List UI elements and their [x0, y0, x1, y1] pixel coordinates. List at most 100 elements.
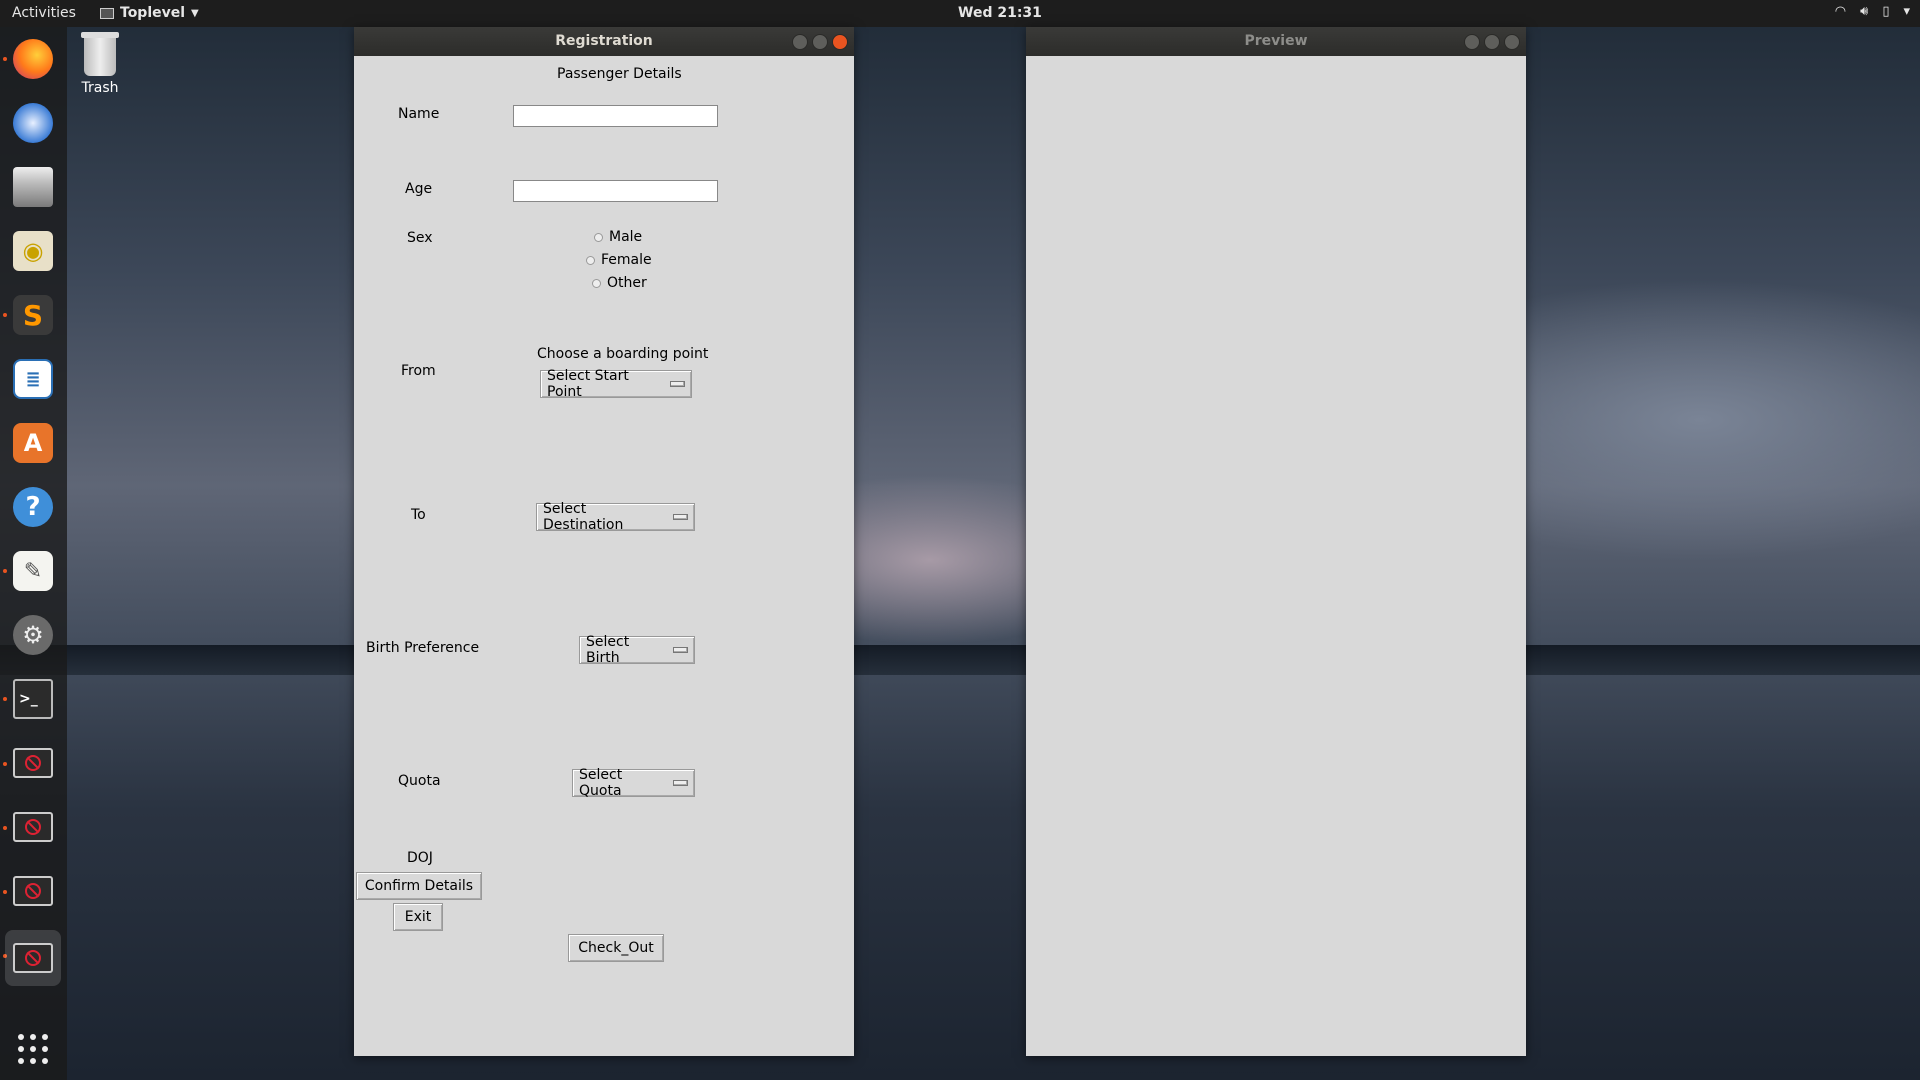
dock-item-settings[interactable]: ⚙ [10, 612, 56, 658]
dock-item-toplevel-1[interactable] [10, 740, 56, 786]
quota-value: Select Quota [579, 767, 623, 799]
battery-icon: ▯ [1882, 4, 1890, 19]
exit-button[interactable]: Exit [393, 903, 443, 931]
to-label: To [411, 507, 426, 523]
running-indicator [3, 890, 7, 894]
dock-item-writer[interactable]: ≣ [10, 356, 56, 402]
dock-item-text-editor[interactable]: ✎ [10, 548, 56, 594]
age-input[interactable] [513, 180, 718, 202]
running-indicator [3, 826, 7, 830]
berth-value: Select Birth [586, 634, 630, 666]
preview-titlebar[interactable]: Preview [1026, 27, 1526, 56]
option-menu-indicator-icon [672, 647, 688, 653]
dock-item-rhythmbox[interactable]: ◉ [10, 228, 56, 274]
running-indicator [3, 313, 7, 317]
help-icon: ? [13, 487, 53, 527]
checkout-button[interactable]: Check_Out [568, 934, 664, 962]
system-tray[interactable]: ◠ 🔊︎ ▯ ▾ [1835, 4, 1910, 19]
settings-icon: ⚙ [13, 615, 53, 655]
dock-item-sublime[interactable]: S [10, 292, 56, 338]
radio-label: Male [609, 229, 643, 245]
system-menu-caret-icon: ▾ [1903, 4, 1910, 19]
sex-radio-female[interactable]: Female [586, 252, 652, 268]
trash-label: Trash [81, 80, 119, 96]
radio-icon [594, 232, 603, 242]
running-indicator [3, 569, 7, 573]
running-indicator [3, 762, 7, 766]
trash-icon [81, 32, 119, 76]
radio-label: Other [607, 275, 647, 291]
registration-titlebar[interactable]: Registration [354, 27, 854, 56]
sex-radio-other[interactable]: Other [592, 275, 647, 291]
dock-item-terminal[interactable]: >_ [10, 676, 56, 722]
thunderbird-icon [13, 103, 53, 143]
form-heading: Passenger Details [557, 66, 682, 82]
dock-item-software[interactable]: A [10, 420, 56, 466]
radio-label: Female [601, 252, 652, 268]
confirm-details-button[interactable]: Confirm Details [356, 872, 482, 900]
running-indicator [3, 57, 7, 61]
sex-radio-male[interactable]: Male [594, 229, 642, 245]
app-menu-label: Toplevel [120, 5, 186, 21]
doj-label: DOJ [407, 850, 433, 866]
dock-item-toplevel-3[interactable] [10, 868, 56, 914]
blocked-window-icon [13, 748, 53, 778]
name-input[interactable] [513, 105, 718, 127]
start-point-value: Select Start Point [547, 368, 629, 400]
from-label: From [401, 363, 436, 379]
destination-dropdown[interactable]: Select Destination [536, 501, 695, 533]
dock-item-toplevel-4[interactable] [5, 930, 61, 986]
dock-item-help[interactable]: ? [10, 484, 56, 530]
option-menu-indicator-icon [669, 381, 685, 387]
software-center-icon: A [13, 423, 53, 463]
dock-item-files[interactable] [10, 164, 56, 210]
minimize-button[interactable] [792, 34, 808, 50]
dock: ◉ S ≣ A ? ✎ ⚙ >_ [0, 27, 67, 1080]
activities-button[interactable]: Activities [12, 5, 76, 21]
radio-icon [586, 255, 595, 265]
close-button[interactable] [832, 34, 848, 50]
blocked-window-icon [13, 876, 53, 906]
destination-value: Select Destination [543, 501, 624, 533]
boarding-prompt: Choose a boarding point [537, 346, 709, 362]
wallpaper-horizon [0, 645, 1920, 675]
libreoffice-writer-icon: ≣ [13, 359, 53, 399]
berth-label: Birth Preference [366, 640, 480, 656]
sex-label: Sex [407, 230, 433, 246]
name-label: Name [398, 106, 440, 122]
berth-dropdown[interactable]: Select Birth [579, 634, 695, 666]
blocked-window-icon [13, 812, 53, 842]
maximize-button[interactable] [812, 34, 828, 50]
age-label: Age [405, 181, 433, 197]
volume-icon: 🔊︎ [1860, 4, 1869, 19]
window-title: Registration [555, 33, 653, 49]
desktop-trash[interactable]: Trash [78, 32, 122, 96]
wifi-icon: ◠ [1834, 4, 1847, 19]
option-menu-indicator-icon [672, 514, 688, 520]
quota-label: Quota [398, 773, 441, 789]
running-indicator [3, 697, 7, 701]
desktop-wallpaper [0, 0, 1920, 1080]
registration-form: Passenger Details Name Age Sex Male Fema… [354, 56, 854, 1056]
caret-down-icon: ▼ [191, 7, 199, 19]
show-applications-button[interactable] [10, 1026, 56, 1072]
registration-window: Registration Passenger Details Name Age … [354, 27, 854, 1056]
blocked-window-icon [13, 943, 53, 973]
maximize-button[interactable] [1484, 34, 1500, 50]
dock-item-thunderbird[interactable] [10, 100, 56, 146]
close-button[interactable] [1504, 34, 1520, 50]
start-point-dropdown[interactable]: Select Start Point [540, 368, 692, 400]
text-editor-icon: ✎ [13, 551, 53, 591]
firefox-icon [13, 39, 53, 79]
window-icon [100, 7, 114, 19]
dock-item-firefox[interactable] [10, 36, 56, 82]
rhythmbox-icon: ◉ [13, 231, 53, 271]
terminal-icon: >_ [13, 679, 53, 719]
app-menu[interactable]: Toplevel ▼ [100, 5, 199, 21]
sublime-text-icon: S [13, 295, 53, 335]
radio-icon [592, 278, 601, 288]
quota-dropdown[interactable]: Select Quota [572, 767, 695, 799]
dock-item-toplevel-2[interactable] [10, 804, 56, 850]
minimize-button[interactable] [1464, 34, 1480, 50]
clock[interactable]: Wed 21:31 [958, 5, 1042, 21]
